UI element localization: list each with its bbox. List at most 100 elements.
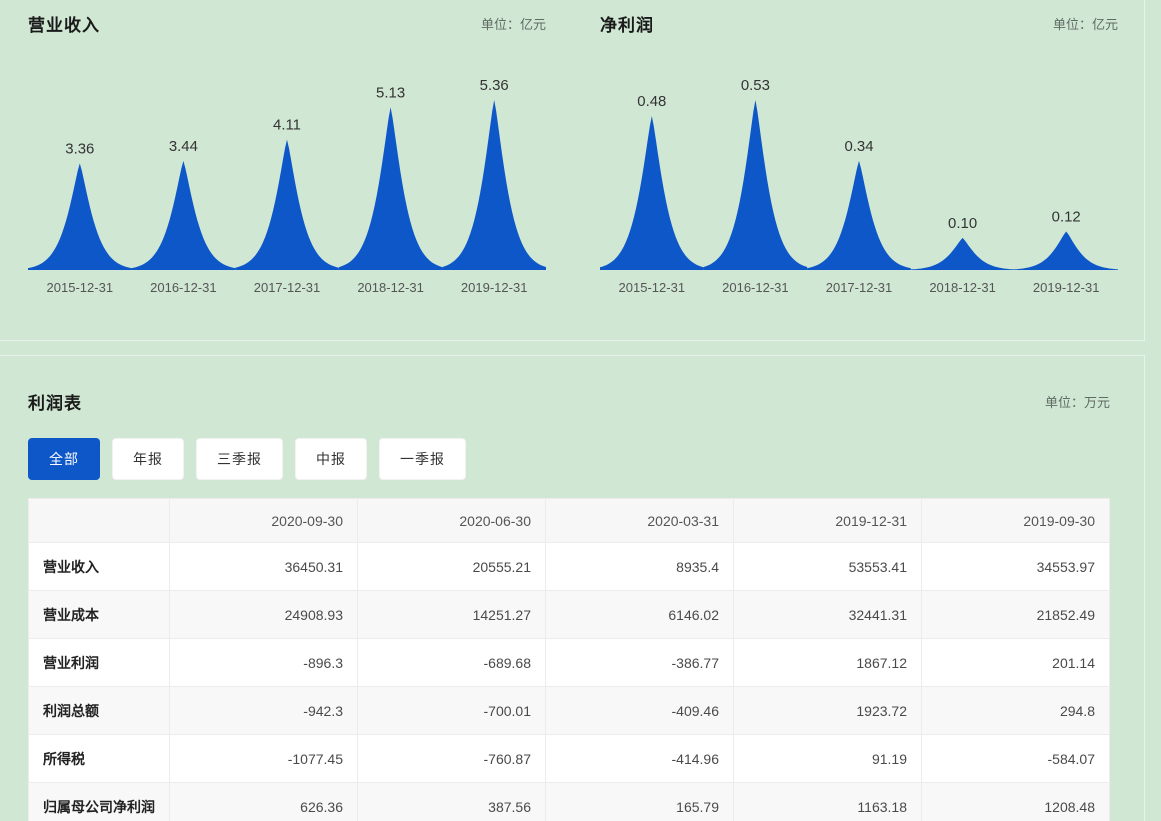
peak-area <box>911 238 1015 270</box>
peak-area <box>132 161 236 270</box>
cell-value: 53553.41 <box>734 543 922 591</box>
peak-area <box>28 163 132 270</box>
row-label: 营业利润 <box>29 639 170 687</box>
cell-value: 387.56 <box>358 783 546 821</box>
chart-unit-label: 单位：亿元 <box>1053 14 1118 33</box>
table-header-cell: 2019-12-31 <box>734 499 922 543</box>
chart-unit-label: 单位：亿元 <box>481 14 546 33</box>
cell-value: 1923.72 <box>734 687 922 735</box>
cell-value: 8935.4 <box>546 543 734 591</box>
peak-value-label: 5.36 <box>480 77 509 94</box>
charts-card: 营业收入 单位：亿元 3.363.444.115.135.36 2015-12-… <box>0 0 1145 341</box>
peak-area <box>600 116 704 270</box>
filter-button-all[interactable]: 全部 <box>28 438 100 480</box>
cell-value: 1163.18 <box>734 783 922 821</box>
row-label: 营业成本 <box>29 591 170 639</box>
cell-value: 24908.93 <box>170 591 358 639</box>
cell-value: -584.07 <box>922 735 1110 783</box>
cell-value: 6146.02 <box>546 591 734 639</box>
cell-value: 165.79 <box>546 783 734 821</box>
cell-value: 21852.49 <box>922 591 1110 639</box>
cell-value: 20555.21 <box>358 543 546 591</box>
peak-value-label: 0.48 <box>637 93 666 110</box>
income-statement-title: 利润表 <box>28 389 82 414</box>
cell-value: 626.36 <box>170 783 358 821</box>
peak-area <box>442 100 546 270</box>
chart-header: 净利润 单位：亿元 <box>600 12 1118 34</box>
filter-button-annual-report[interactable]: 年报 <box>112 438 184 480</box>
table-row: 归属母公司净利润626.36387.56165.791163.181208.48 <box>29 783 1110 821</box>
cell-value: 201.14 <box>922 639 1110 687</box>
cell-value: -896.3 <box>170 639 358 687</box>
table-body: 营业收入36450.3120555.218935.453553.4134553.… <box>29 543 1110 821</box>
operating-revenue-chart: 营业收入 单位：亿元 3.363.444.115.135.36 2015-12-… <box>0 0 572 340</box>
table-header-cell: 2020-06-30 <box>358 499 546 543</box>
cell-value: -942.3 <box>170 687 358 735</box>
report-filter-group: 全部年报三季报中报一季报 <box>28 438 1110 480</box>
table-header-row: 2020-09-302020-06-302020-03-312019-12-31… <box>29 499 1110 543</box>
x-axis-date-label: 2015-12-31 <box>600 280 704 295</box>
cell-value: 36450.31 <box>170 543 358 591</box>
x-axis-date-label: 2018-12-31 <box>911 280 1015 295</box>
table-row: 营业利润-896.3-689.68-386.771867.12201.14 <box>29 639 1110 687</box>
x-axis-date-label: 2017-12-31 <box>807 280 911 295</box>
table-row: 营业成本24908.9314251.276146.0232441.3121852… <box>29 591 1110 639</box>
filter-button-q3-report[interactable]: 三季报 <box>196 438 283 480</box>
row-label: 所得税 <box>29 735 170 783</box>
x-axis-date-label: 2019-12-31 <box>1014 280 1118 295</box>
peak-area <box>807 161 911 270</box>
table-header-cell: 2020-09-30 <box>170 499 358 543</box>
chart-plot-area: 0.48 0.53 0.34 0.10 0.12 <box>600 54 1118 274</box>
table-row: 所得税-1077.45-760.87-414.9691.19-584.07 <box>29 735 1110 783</box>
peak-area <box>1014 232 1118 271</box>
net-profit-chart: 净利润 单位：亿元 0.48 0.53 0.34 0.10 0.12 2015-12-3… <box>572 0 1144 340</box>
row-label: 归属母公司净利润 <box>29 783 170 821</box>
peak-value-label: 0.10 <box>948 215 977 232</box>
x-axis-labels: 2015-12-312016-12-312017-12-312018-12-31… <box>28 280 546 295</box>
table-header-cell <box>29 499 170 543</box>
peak-area <box>235 140 339 270</box>
cell-value: 14251.27 <box>358 591 546 639</box>
cell-value: -409.46 <box>546 687 734 735</box>
table-header-cell: 2020-03-31 <box>546 499 734 543</box>
x-axis-date-label: 2018-12-31 <box>339 280 443 295</box>
chart-title: 营业收入 <box>28 11 100 36</box>
cell-value: -700.01 <box>358 687 546 735</box>
cell-value: 32441.31 <box>734 591 922 639</box>
cell-value: 34553.97 <box>922 543 1110 591</box>
table-unit-label: 单位：万元 <box>1045 392 1110 411</box>
row-label: 营业收入 <box>29 543 170 591</box>
table-header-cell: 2019-09-30 <box>922 499 1110 543</box>
peaks-plot: 0.48 0.53 0.34 0.10 0.12 <box>600 54 1118 274</box>
row-label: 利润总额 <box>29 687 170 735</box>
cell-value: -760.87 <box>358 735 546 783</box>
cell-value: 91.19 <box>734 735 922 783</box>
income-statement-section: 利润表 单位：万元 全部年报三季报中报一季报 2020-09-302020-06… <box>0 355 1145 821</box>
peak-value-label: 0.34 <box>844 138 873 155</box>
table-row: 利润总额-942.3-700.01-409.461923.72294.8 <box>29 687 1110 735</box>
chart-header: 营业收入 单位：亿元 <box>28 12 546 34</box>
peak-value-label: 5.13 <box>376 84 405 101</box>
peak-area <box>339 107 443 270</box>
peak-value-label: 0.53 <box>741 77 770 94</box>
x-axis-date-label: 2016-12-31 <box>132 280 236 295</box>
peak-value-label: 4.11 <box>273 117 301 134</box>
x-axis-date-label: 2019-12-31 <box>442 280 546 295</box>
peak-value-label: 0.12 <box>1052 208 1081 225</box>
table-row: 营业收入36450.3120555.218935.453553.4134553.… <box>29 543 1110 591</box>
cell-value: -386.77 <box>546 639 734 687</box>
chart-plot-area: 3.363.444.115.135.36 <box>28 54 546 274</box>
x-axis-date-label: 2015-12-31 <box>28 280 132 295</box>
section-header: 利润表 单位：万元 <box>28 390 1110 412</box>
cell-value: 294.8 <box>922 687 1110 735</box>
peaks-plot: 3.363.444.115.135.36 <box>28 54 546 274</box>
peak-value-label: 3.36 <box>65 140 94 157</box>
x-axis-labels: 2015-12-312016-12-312017-12-312018-12-31… <box>600 280 1118 295</box>
x-axis-date-label: 2016-12-31 <box>704 280 808 295</box>
cell-value: -1077.45 <box>170 735 358 783</box>
x-axis-date-label: 2017-12-31 <box>235 280 339 295</box>
peak-area <box>704 100 808 270</box>
filter-button-q1-report[interactable]: 一季报 <box>379 438 466 480</box>
filter-button-interim-report[interactable]: 中报 <box>295 438 367 480</box>
table-head: 2020-09-302020-06-302020-03-312019-12-31… <box>29 499 1110 543</box>
